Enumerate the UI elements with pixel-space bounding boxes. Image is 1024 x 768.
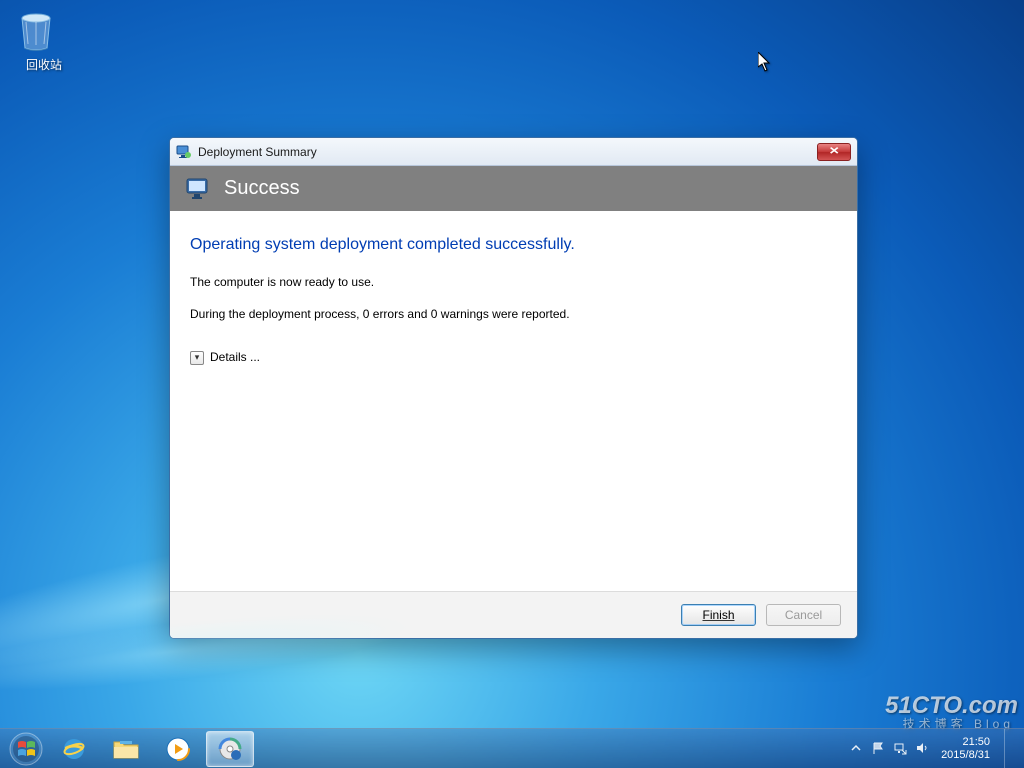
mouse-cursor xyxy=(758,52,774,74)
windows-logo-icon xyxy=(9,732,43,766)
network-icon[interactable] xyxy=(893,741,909,757)
cancel-button: Cancel xyxy=(766,604,841,626)
window-title: Deployment Summary xyxy=(198,145,817,159)
show-desktop-button[interactable] xyxy=(1004,729,1014,768)
ready-text: The computer is now ready to use. xyxy=(190,274,837,291)
folder-icon xyxy=(112,737,140,761)
dialog-footer: Finish Cancel xyxy=(170,591,857,638)
start-button[interactable] xyxy=(6,729,46,768)
deployment-summary-window: Deployment Summary ✕ Success Operating s… xyxy=(169,137,858,639)
recycle-bin[interactable]: 回收站 xyxy=(14,10,74,73)
clock-date: 2015/8/31 xyxy=(941,749,990,762)
recycle-bin-icon xyxy=(14,10,58,54)
headline: Operating system deployment completed su… xyxy=(190,233,837,256)
ie-icon xyxy=(60,735,88,763)
chevron-down-icon: ▾ xyxy=(190,351,204,365)
taskbar-explorer[interactable] xyxy=(102,731,150,767)
close-icon: ✕ xyxy=(829,146,840,157)
app-icon xyxy=(176,144,192,160)
details-toggle[interactable]: ▾ Details ... xyxy=(190,349,837,366)
watermark-main: 51CTO.com xyxy=(885,692,1018,720)
clock-time: 21:50 xyxy=(962,736,990,749)
disc-icon xyxy=(217,736,243,762)
banner-title: Success xyxy=(224,177,300,200)
banner: Success xyxy=(170,166,857,211)
monitor-icon xyxy=(186,178,212,200)
report-text: During the deployment process, 0 errors … xyxy=(190,306,837,323)
close-button[interactable]: ✕ xyxy=(817,143,851,161)
finish-button[interactable]: Finish xyxy=(681,604,756,626)
clock[interactable]: 21:50 2015/8/31 xyxy=(937,736,994,761)
taskbar-media-player[interactable] xyxy=(154,731,202,767)
chevron-up-icon[interactable] xyxy=(849,741,865,757)
recycle-bin-label: 回收站 xyxy=(14,56,74,73)
taskbar: 21:50 2015/8/31 xyxy=(0,728,1024,768)
system-tray: 21:50 2015/8/31 xyxy=(849,729,1018,768)
details-label: Details ... xyxy=(210,349,260,366)
flag-icon[interactable] xyxy=(871,741,887,757)
taskbar-ie[interactable] xyxy=(50,731,98,767)
taskbar-deployment-app[interactable] xyxy=(206,731,254,767)
titlebar[interactable]: Deployment Summary ✕ xyxy=(170,138,857,166)
media-player-icon xyxy=(165,736,191,762)
content-area: Operating system deployment completed su… xyxy=(170,211,857,591)
volume-icon[interactable] xyxy=(915,741,931,757)
